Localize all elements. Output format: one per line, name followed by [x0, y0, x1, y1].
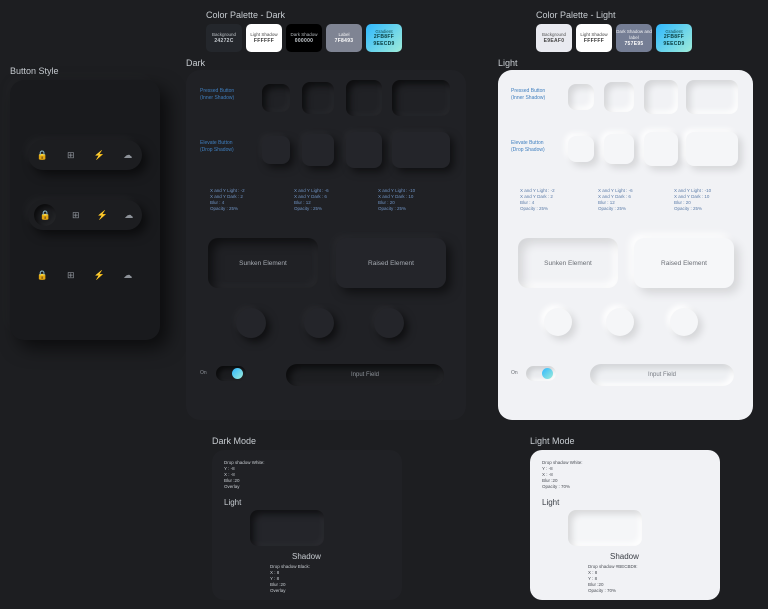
palette-dark: Background24272CLight ShadowFFFFFFDark S… — [206, 24, 402, 52]
button-style-title: Button Style — [10, 66, 59, 76]
raise-rect[interactable] — [392, 132, 450, 168]
palette-light-title: Color Palette - Light — [536, 10, 616, 20]
cloud-icon[interactable]: ☁ — [121, 148, 135, 162]
button-row-3: 🔒 ⊞ ⚡ ☁ — [28, 260, 142, 290]
light-mode-light-label: Light — [542, 498, 559, 507]
grid-icon[interactable]: ⊞ — [64, 268, 78, 282]
raise-sq-md-light[interactable] — [604, 134, 634, 164]
light-mode-inner — [568, 510, 642, 546]
cloud-icon[interactable]: ☁ — [122, 208, 136, 222]
circle-3[interactable] — [374, 308, 404, 338]
palette-dark-title: Color Palette - Dark — [206, 10, 285, 20]
swatch-757E95: Dark Shadow and label757E95 — [616, 24, 652, 52]
swatch-FFFFFF: Light ShadowFFFFFF — [576, 24, 612, 52]
bolt-icon-active[interactable]: ⚡ — [92, 268, 106, 282]
circle-1-light[interactable] — [544, 308, 572, 336]
cloud-icon[interactable]: ☁ — [121, 268, 135, 282]
input-field-light[interactable]: Input Field — [590, 364, 734, 386]
dark-mode-top-spec: Drop shadow White: Y : -8 X : -8 Blur :2… — [224, 460, 265, 490]
lock-icon[interactable]: 🔒 — [35, 148, 49, 162]
lock-icon-active[interactable]: 🔒 — [34, 204, 56, 226]
button-row-1: 🔒 ⊞ ⚡ ☁ — [28, 140, 142, 170]
spec-2-light: X and Y Light : -6 X and Y Dark : 6 Blur… — [598, 188, 633, 212]
light-mode-card: Drop shadow White: Y : -8 X : -8 Blur :2… — [530, 450, 720, 600]
button-row-2: 🔒 ⊞ ⚡ ☁ — [28, 200, 142, 230]
toggle-switch-light[interactable] — [526, 366, 556, 381]
dark-mode-bot-spec: Drop shadow Black: X : 8 Y : 8 Blur :20 … — [270, 564, 310, 594]
swatch-FFFFFF: Light ShadowFFFFFF — [246, 24, 282, 52]
raised-element[interactable]: Raised Element — [336, 238, 446, 288]
light-mode-shadow-label: Shadow — [610, 552, 639, 561]
toggle-knob-light — [542, 368, 553, 379]
pressed-sq-md[interactable] — [302, 82, 334, 114]
pressed-rect-light[interactable] — [686, 80, 738, 114]
bolt-icon[interactable]: ⚡ — [92, 148, 106, 162]
pressed-rect[interactable] — [392, 80, 450, 116]
toggle-label: On — [200, 370, 207, 376]
pressed-label-light: Pressed Button (Inner Shadow) — [511, 88, 545, 101]
elevate-label: Elevate Button (Drop Shadow) — [200, 140, 234, 153]
toggle-label-light: On — [511, 370, 518, 376]
spec-3: X and Y Light : -10 X and Y Dark : 10 Bl… — [378, 188, 415, 212]
grid-icon[interactable]: ⊞ — [64, 148, 78, 162]
swatch-2FB8FF-9EECD9: Gradient2FB8FF 9EECD9 — [366, 24, 402, 52]
dark-panel: Pressed Button (Inner Shadow) Elevate Bu… — [186, 70, 466, 420]
circle-1[interactable] — [236, 308, 266, 338]
grid-icon[interactable]: ⊞ — [69, 208, 83, 222]
circle-3-light[interactable] — [670, 308, 698, 336]
pressed-sq-md-light[interactable] — [604, 82, 634, 112]
light-panel: Pressed Button (Inner Shadow) Elevate Bu… — [498, 70, 753, 420]
bolt-icon[interactable]: ⚡ — [95, 208, 109, 222]
spec-3-light: X and Y Light : -10 X and Y Dark : 10 Bl… — [674, 188, 711, 212]
input-field[interactable]: Input Field — [286, 364, 444, 386]
pressed-label: Pressed Button (Inner Shadow) — [200, 88, 234, 101]
dark-mode-light-label: Light — [224, 498, 241, 507]
dark-mode-card: Drop shadow White: Y : -8 X : -8 Blur :2… — [212, 450, 402, 600]
pressed-sq-sm[interactable] — [262, 84, 290, 112]
light-title: Light — [498, 58, 518, 68]
sunken-element-light[interactable]: Sunken Element — [518, 238, 618, 288]
raised-element-light[interactable]: Raised Element — [634, 238, 734, 288]
pressed-sq-lg-light[interactable] — [644, 80, 678, 114]
raise-sq-md[interactable] — [302, 134, 334, 166]
light-mode-bot-spec: Drop shadow #BECBD9: X : 8 Y : 8 Blur :2… — [588, 564, 638, 594]
lock-icon[interactable]: 🔒 — [35, 268, 49, 282]
raise-rect-light[interactable] — [686, 132, 738, 166]
light-mode-title: Light Mode — [530, 436, 575, 446]
swatch-24272C: Background24272C — [206, 24, 242, 52]
elevate-label-light: Elevate Button (Drop Shadow) — [511, 140, 545, 153]
raise-sq-sm[interactable] — [262, 136, 290, 164]
palette-light: BackgroundE9EAF0Light ShadowFFFFFFDark S… — [536, 24, 692, 52]
spec-1-light: X and Y Light : -2 X and Y Dark : 2 Blur… — [520, 188, 555, 212]
dark-mode-shadow-label: Shadow — [292, 552, 321, 561]
swatch-E9EAF0: BackgroundE9EAF0 — [536, 24, 572, 52]
swatch-2FB8FF-9EECD9: Gradient2FB8FF 9EECD9 — [656, 24, 692, 52]
raise-sq-lg-light[interactable] — [644, 132, 678, 166]
swatch-000000: Dark Shadow000000 — [286, 24, 322, 52]
circle-2-light[interactable] — [606, 308, 634, 336]
light-mode-top-spec: Drop shadow White: Y : -8 X : -8 Blur :2… — [542, 460, 583, 490]
pressed-sq-lg[interactable] — [346, 80, 382, 116]
raise-sq-lg[interactable] — [346, 132, 382, 168]
spec-2: X and Y Light : -6 X and Y Dark : 6 Blur… — [294, 188, 329, 212]
spec-1: X and Y Light : -2 X and Y Dark : 2 Blur… — [210, 188, 245, 212]
toggle-switch[interactable] — [216, 366, 246, 381]
dark-title: Dark — [186, 58, 205, 68]
button-style-card: 🔒 ⊞ ⚡ ☁ 🔒 ⊞ ⚡ ☁ 🔒 ⊞ ⚡ ☁ — [10, 80, 160, 340]
pressed-sq-sm-light[interactable] — [568, 84, 594, 110]
circle-2[interactable] — [304, 308, 334, 338]
swatch-7F8493: Label7F8493 — [326, 24, 362, 52]
sunken-element[interactable]: Sunken Element — [208, 238, 318, 288]
dark-mode-inner — [250, 510, 324, 546]
raise-sq-sm-light[interactable] — [568, 136, 594, 162]
dark-mode-title: Dark Mode — [212, 436, 256, 446]
toggle-knob — [232, 368, 243, 379]
